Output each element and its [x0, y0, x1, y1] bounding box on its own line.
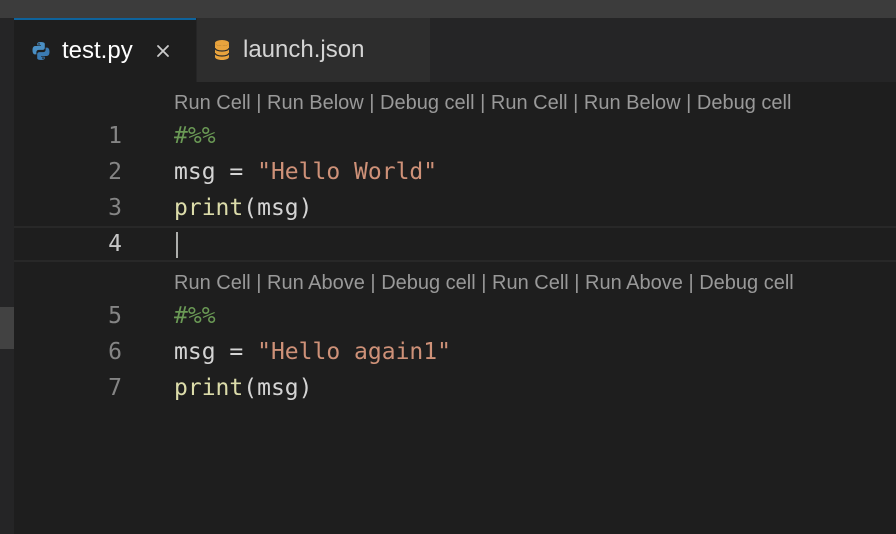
code-line-7[interactable]: 7 print(msg): [14, 370, 896, 406]
codelens-run-below-link[interactable]: Run Below: [584, 92, 681, 114]
close-icon[interactable]: [151, 39, 175, 63]
text-cursor: [176, 232, 178, 258]
code-text: #%%: [174, 118, 216, 154]
code-token-comment: #%%: [174, 303, 216, 329]
code-text: print(msg): [174, 370, 313, 406]
code-line-6[interactable]: 6 msg = "Hello again1": [14, 334, 896, 370]
editor-window: test.py launch.json Run Cell | Run Below…: [0, 0, 896, 534]
codelens-separator: |: [475, 272, 493, 294]
scrollbar-thumb[interactable]: [0, 307, 14, 349]
title-strip: [0, 0, 896, 18]
activity-strip: [0, 82, 14, 534]
tab-label: test.py: [62, 37, 133, 64]
tab-launch-json[interactable]: launch.json: [197, 18, 430, 82]
codelens-debug-cell-link[interactable]: Debug cell: [697, 92, 792, 114]
code-token-str: "Hello World": [257, 159, 438, 185]
python-icon: [30, 40, 52, 62]
codelens-separator: |: [250, 272, 268, 294]
line-number: 4: [108, 231, 122, 257]
codelens-run-above-link[interactable]: Run Above: [585, 272, 683, 294]
code-token-var: msg: [174, 159, 216, 185]
codelens-run-cell-link[interactable]: Run Cell: [492, 272, 569, 294]
code-line-3[interactable]: 3 print(msg): [14, 190, 896, 226]
codelens-run-cell-link[interactable]: Run Cell: [491, 92, 568, 114]
code-token-var: msg: [257, 195, 299, 221]
code-token-fn: print: [174, 375, 244, 401]
code-token-punc: (: [243, 375, 258, 401]
tab-label: launch.json: [243, 36, 365, 63]
codelens-debug-cell-link[interactable]: Debug cell: [699, 272, 794, 294]
codelens-separator: |: [250, 92, 268, 114]
line-number: 1: [108, 123, 122, 149]
code-line-1[interactable]: 1 #%%: [14, 118, 896, 154]
code-line-5[interactable]: 5 #%%: [14, 298, 896, 334]
code-text: print(msg): [174, 190, 313, 226]
code-text: #%%: [174, 298, 216, 334]
code-editor[interactable]: Run Cell | Run Below | Debug cell | Run …: [14, 82, 896, 534]
codelens-separator: |: [682, 272, 700, 294]
tab-test-py[interactable]: test.py: [14, 18, 196, 82]
code-text: msg = "Hello again1": [174, 334, 451, 370]
codelens-run-cell-link[interactable]: Run Cell: [174, 92, 251, 114]
codelens-run-above-link[interactable]: Run Above: [267, 272, 365, 294]
codelens-separator: |: [568, 272, 586, 294]
code-token-var: msg: [257, 375, 299, 401]
codelens-separator: |: [363, 92, 381, 114]
codelens-debug-cell-link[interactable]: Debug cell: [381, 272, 476, 294]
codelens-separator: |: [567, 92, 584, 114]
line-number: 7: [108, 375, 122, 401]
code-token-punc: (: [243, 195, 258, 221]
codelens-cell-1: Run Cell | Run Below | Debug cell | Run …: [174, 85, 791, 121]
code-token-punc: ): [298, 195, 313, 221]
line-number: 6: [108, 339, 122, 365]
line-number: 3: [108, 195, 122, 221]
codelens-separator: |: [680, 92, 697, 114]
code-line-2[interactable]: 2 msg = "Hello World": [14, 154, 896, 190]
line-number: 2: [108, 159, 122, 185]
codelens-separator: |: [364, 272, 382, 294]
code-line-4-current[interactable]: 4: [14, 226, 896, 262]
line-number: 5: [108, 303, 122, 329]
codelens-run-cell-link[interactable]: Run Cell: [174, 272, 251, 294]
codelens-debug-cell-link[interactable]: Debug cell: [380, 92, 475, 114]
codelens-run-below-link[interactable]: Run Below: [267, 92, 364, 114]
code-token-comment: #%%: [174, 123, 216, 149]
code-token-punc: ): [298, 375, 313, 401]
code-token-str: "Hello again1": [257, 339, 451, 365]
json-icon: [211, 39, 233, 61]
code-token-fn: print: [174, 195, 244, 221]
code-text: msg = "Hello World": [174, 154, 437, 190]
codelens-separator: |: [474, 92, 491, 114]
code-token-op: =: [215, 159, 258, 185]
codelens-cell-2: Run Cell | Run Above | Debug cell | Run …: [174, 265, 794, 301]
code-token-op: =: [215, 339, 258, 365]
code-token-var: msg: [174, 339, 216, 365]
tab-bar: test.py launch.json: [0, 18, 896, 82]
